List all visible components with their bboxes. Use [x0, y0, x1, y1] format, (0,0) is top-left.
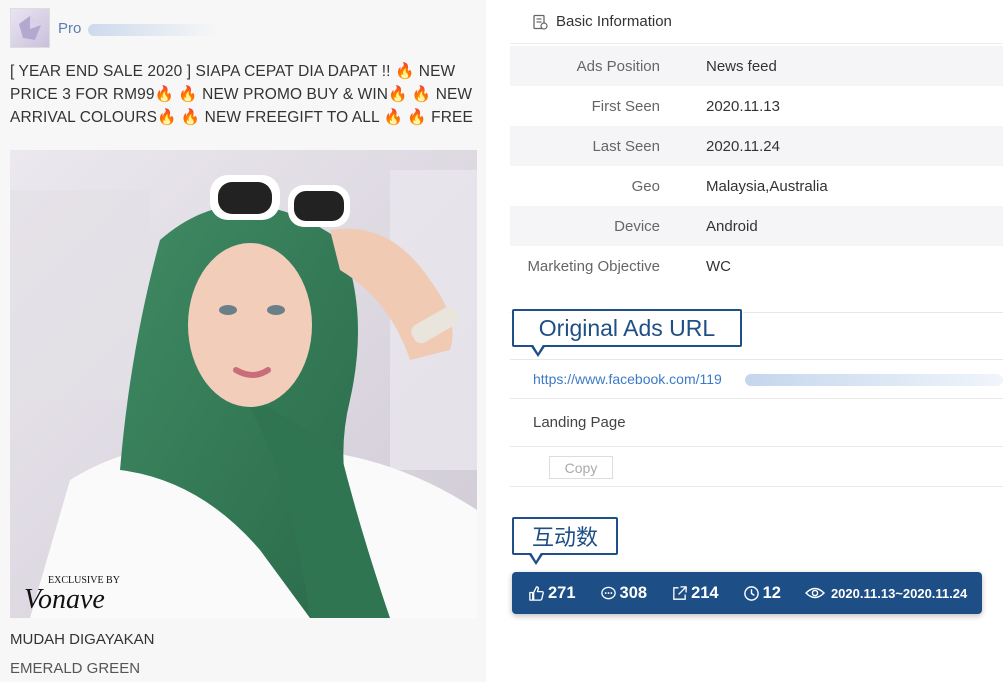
- info-key: Ads Position: [576, 57, 660, 75]
- comment-icon: [600, 586, 616, 599]
- info-row-device: Device Android: [510, 206, 1003, 246]
- thumbs-up-icon: [529, 585, 544, 601]
- callout-text: Original Ads URL: [538, 314, 716, 341]
- comments-count: 308: [619, 583, 648, 602]
- info-key: Last Seen: [592, 137, 660, 155]
- ad-header: Pro: [10, 8, 218, 48]
- date-range-stat: 2020.11.13~2020.11.24: [804, 585, 968, 601]
- shares-count: 214: [691, 583, 719, 602]
- share-icon: [673, 585, 687, 600]
- info-row-last-seen: Last Seen 2020.11.24: [510, 126, 1003, 166]
- likes-count: 271: [548, 583, 576, 602]
- info-value: 2020.11.13: [706, 97, 780, 115]
- info-value: News feed: [706, 57, 777, 75]
- original-url-callout: Original Ads URL: [512, 309, 742, 357]
- redacted-url: [745, 374, 1003, 386]
- brand-logo-text: Vonave: [24, 584, 105, 615]
- info-value: Malaysia,Australia: [706, 177, 828, 195]
- basic-info-title: Basic Information: [556, 13, 672, 30]
- document-icon: [533, 14, 548, 30]
- info-row-first-seen: First Seen 2020.11.13: [510, 86, 1003, 126]
- info-value: 2020.11.24: [706, 137, 780, 155]
- ad-creative-image[interactable]: EXCLUSIVE BY Vonave: [10, 150, 477, 618]
- interactions-callout: 互动数: [512, 517, 618, 565]
- copy-row: Copy: [510, 447, 1003, 487]
- page-name[interactable]: Pro: [58, 20, 218, 37]
- info-row-marketing-objective: Marketing Objective WC: [510, 246, 1003, 286]
- info-value: WC: [706, 257, 731, 275]
- shares-stat: 214: [671, 584, 719, 603]
- copy-button[interactable]: Copy: [549, 456, 613, 479]
- engagement-stats-bar: 271 308 214 12 2020.11.13~2020.11.24: [512, 572, 982, 614]
- basic-info-header: Basic Information: [510, 0, 1003, 44]
- clock-stat: 12: [743, 584, 781, 603]
- page-avatar[interactable]: [10, 8, 50, 48]
- redacted-name: [88, 23, 218, 36]
- original-ad-link[interactable]: https://www.facebook.com/119: [533, 371, 722, 387]
- comments-stat: 308: [600, 583, 648, 603]
- ad-detail-view: Pro [ YEAR END SALE 2020 ] SIAPA CEPAT D…: [0, 0, 1003, 682]
- info-key: First Seen: [591, 97, 660, 115]
- likes-stat: 271: [528, 584, 576, 603]
- info-key: Marketing Objective: [527, 257, 660, 275]
- landing-page-row: Landing Page: [510, 399, 1003, 447]
- model-illustration: EXCLUSIVE BY Vonave: [10, 150, 477, 618]
- original-url-row: https://www.facebook.com/119: [510, 359, 1003, 399]
- callout-text: 互动数: [531, 525, 598, 550]
- ad-copy-text: [ YEAR END SALE 2020 ] SIAPA CEPAT DIA D…: [10, 63, 473, 126]
- info-row-ads-position: Ads Position News feed: [510, 46, 1003, 86]
- info-value: Android: [706, 217, 758, 235]
- info-key: Geo: [631, 177, 660, 195]
- caption-line-1: MUDAH DIGAYAKAN: [10, 631, 155, 648]
- clock-icon: [743, 585, 759, 601]
- clock-count: 12: [762, 583, 781, 602]
- info-key: Device: [614, 217, 660, 235]
- eye-icon: [804, 587, 825, 599]
- caption-line-2: EMERALD GREEN: [10, 660, 141, 677]
- page-name-text[interactable]: Pro: [58, 20, 81, 37]
- landing-page-label: Landing Page: [533, 414, 626, 431]
- ad-preview: Pro [ YEAR END SALE 2020 ] SIAPA CEPAT D…: [0, 0, 486, 682]
- info-row-geo: Geo Malaysia,Australia: [510, 166, 1003, 206]
- date-range: 2020.11.13~2020.11.24: [830, 585, 968, 601]
